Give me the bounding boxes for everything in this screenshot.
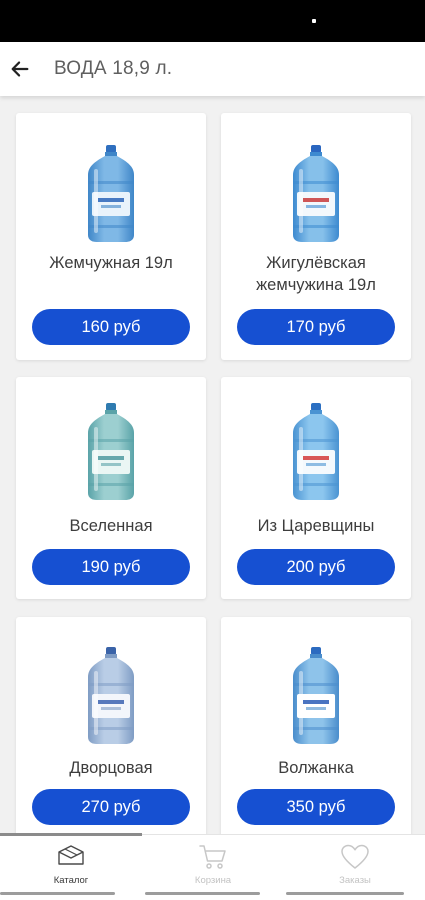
- nav-gesture-handle: [286, 892, 404, 895]
- product-name: Волжанка: [278, 759, 354, 777]
- price-button[interactable]: 160 руб: [32, 309, 190, 345]
- arrow-left-icon: [11, 61, 29, 77]
- cart-icon: [199, 845, 226, 869]
- product-name: Жигулёвская жемчужина 19л: [256, 254, 376, 294]
- water-bottle-icon: [88, 145, 134, 242]
- catalog-box-icon: [58, 845, 84, 865]
- tab-label: Корзина: [194, 875, 232, 886]
- status-bar: [0, 0, 425, 42]
- tab-orders[interactable]: Заказы: [284, 835, 425, 900]
- back-button[interactable]: [2, 51, 38, 87]
- bottom-tab-bar: Каталог Корзина Заказы: [0, 833, 425, 900]
- water-bottle-icon: [293, 145, 339, 242]
- status-indicator-icon: [312, 19, 316, 23]
- product-card[interactable]: Дворцовая 270 руб: [16, 617, 206, 834]
- tab-label: Заказы: [339, 875, 371, 886]
- app-header: ВОДА 18,9 л.: [0, 42, 425, 96]
- water-bottle-icon: [293, 647, 339, 744]
- product-name: Дворцовая: [69, 759, 153, 777]
- product-grid: Жемчужная 19л 160 руб Жигулёвская жемчуж…: [0, 96, 425, 834]
- tab-catalog[interactable]: Каталог: [0, 835, 142, 900]
- product-card[interactable]: Вселенная 190 руб: [16, 377, 206, 599]
- product-card[interactable]: Жигулёвская жемчужина 19л 170 руб: [221, 113, 411, 360]
- tab-label: Каталог: [53, 875, 89, 886]
- nav-gesture-handle: [0, 892, 115, 895]
- price-button[interactable]: 270 руб: [32, 789, 190, 825]
- price-button[interactable]: 200 руб: [237, 549, 395, 585]
- product-name: Жемчужная 19л: [49, 254, 173, 272]
- product-name: Вселенная: [69, 517, 153, 535]
- product-card[interactable]: Волжанка 350 руб: [221, 617, 411, 834]
- tab-cart[interactable]: Корзина: [142, 835, 284, 900]
- nav-gesture-handle: [145, 892, 260, 895]
- price-button[interactable]: 190 руб: [32, 549, 190, 585]
- product-name: Из Царевщины: [257, 517, 375, 535]
- heart-icon: [341, 844, 369, 869]
- water-bottle-icon: [88, 403, 134, 500]
- price-button[interactable]: 170 руб: [237, 309, 395, 345]
- product-card[interactable]: Жемчужная 19л 160 руб: [16, 113, 206, 360]
- water-bottle-icon: [88, 647, 134, 744]
- page-title: ВОДА 18,9 л.: [54, 58, 173, 79]
- price-button[interactable]: 350 руб: [237, 789, 395, 825]
- product-card[interactable]: Из Царевщины 200 руб: [221, 377, 411, 599]
- water-bottle-icon: [293, 403, 339, 500]
